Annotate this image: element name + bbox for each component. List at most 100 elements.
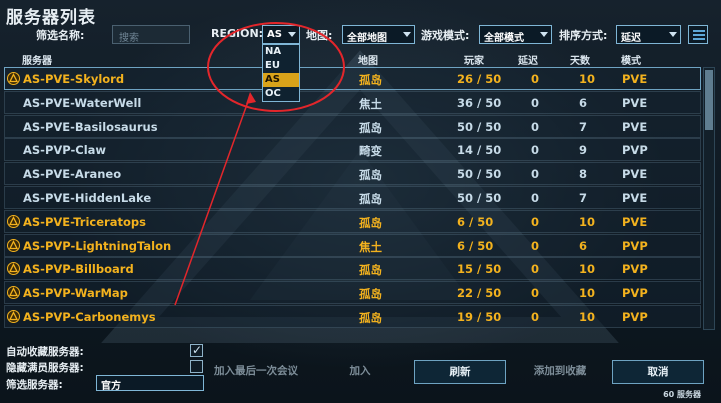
server-map: 焦土 <box>359 239 382 254</box>
server-days: 7 <box>579 119 588 134</box>
chevron-down-icon <box>669 32 677 37</box>
list-icon <box>693 30 705 32</box>
official-server-icon <box>7 262 20 276</box>
column-latency[interactable]: 延迟 <box>518 52 538 67</box>
server-count: 60 服务器 <box>663 390 701 399</box>
join-button[interactable]: 加入 <box>330 360 390 384</box>
column-players[interactable]: 玩家 <box>464 52 484 67</box>
list-view-button[interactable] <box>688 25 708 44</box>
server-days: 10 <box>579 310 596 324</box>
scrollbar-thumb[interactable] <box>705 70 713 130</box>
server-mode: PVP <box>622 310 648 324</box>
server-days: 6 <box>579 238 588 253</box>
column-server[interactable]: 服务器 <box>22 52 52 67</box>
sort-select-value: 延迟 <box>621 33 641 44</box>
server-mode: PVP <box>622 286 648 301</box>
official-server-icon <box>7 310 20 323</box>
region-option-oc[interactable]: OC <box>263 87 299 101</box>
server-name: AS-PVE-WaterWell <box>23 95 142 110</box>
list-icon-line <box>693 38 705 40</box>
server-mode: PVE <box>622 95 648 110</box>
join-last-session-button[interactable]: 加入最后一次会议 <box>208 360 304 384</box>
mode-filter-label: 游戏模式: <box>421 29 470 42</box>
server-players: 26 / 50 <box>457 72 502 86</box>
server-map: 孤岛 <box>359 192 382 206</box>
server-latency: 0 <box>531 214 540 229</box>
server-name: AS-PVP-Claw <box>23 143 107 158</box>
column-days[interactable]: 天数 <box>570 52 590 67</box>
region-option-as[interactable]: AS <box>263 73 299 87</box>
server-players: 50 / 50 <box>457 119 502 134</box>
server-name: AS-PVE-Basilosaurus <box>23 119 158 134</box>
refresh-button[interactable]: 刷新 <box>414 360 506 384</box>
server-name: AS-PVP-LightningTalon <box>23 238 172 253</box>
server-map: 孤岛 <box>359 120 382 135</box>
auto-favorite-label: 自动收藏服务器: <box>6 346 84 358</box>
server-players: 14 / 50 <box>457 143 502 158</box>
server-days: 6 <box>579 95 588 110</box>
server-map: 孤岛 <box>359 263 382 278</box>
column-mode[interactable]: 模式 <box>621 52 641 67</box>
server-players: 22 / 50 <box>457 286 502 301</box>
server-latency: 0 <box>531 95 540 110</box>
hide-full-label: 隐藏满员服务器: <box>6 362 84 374</box>
server-name: AS-PVP-Carbonemys <box>23 310 156 324</box>
auto-favorite-checkbox[interactable]: ✓ <box>190 343 203 357</box>
check-icon: ✓ <box>192 343 203 357</box>
mode-select[interactable]: 全部模式 <box>479 25 552 44</box>
region-option-eu[interactable]: EU <box>263 59 299 73</box>
filter-server-select[interactable]: 官方 <box>96 375 204 392</box>
bottom-panel: 自动收藏服务器: ✓ 隐藏满员服务器: 筛选服务器: 官方 加入最后一次会议 加… <box>0 338 721 403</box>
column-header: 服务器 地图 玩家 延迟 天数 模式 <box>0 52 721 67</box>
server-map: 焦土 <box>359 96 382 111</box>
filter-bar: 筛选名称: 搜索 REGION: AS 地图: 全部地图 游戏模式: 全部模式 … <box>0 25 721 45</box>
server-row[interactable]: AS-PVE-WaterWell 焦土 36 / 50 0 6 PVE <box>4 90 701 114</box>
server-row[interactable]: AS-PVE-Araneo 孤岛 50 / 50 0 8 PVE <box>4 162 701 186</box>
search-input[interactable]: 搜索 <box>112 25 190 44</box>
region-option-na[interactable]: NA <box>263 45 299 59</box>
server-row[interactable]: AS-PVE-Basilosaurus 孤岛 50 / 50 0 7 PVE <box>4 114 701 138</box>
server-mode: PVP <box>622 238 648 253</box>
server-row[interactable]: AS-PVE-Skylord 孤岛 26 / 50 0 10 PVE <box>4 67 701 90</box>
cancel-button[interactable]: 取消 <box>612 360 704 384</box>
server-row[interactable]: AS-PVE-Triceratops 孤岛 6 / 50 0 10 PVE <box>4 209 701 233</box>
add-to-favorites-button[interactable]: 添加到收藏 <box>522 360 598 384</box>
region-select[interactable]: AS <box>262 25 300 44</box>
server-map: 畸变 <box>359 144 382 159</box>
server-map: 孤岛 <box>359 215 382 230</box>
mode-select-value: 全部模式 <box>484 33 524 44</box>
server-name: AS-PVE-Araneo <box>23 167 122 182</box>
server-row[interactable]: AS-PVP-Carbonemys 孤岛 19 / 50 0 10 PVP <box>4 305 701 328</box>
server-row[interactable]: AS-PVP-LightningTalon 焦土 6 / 50 0 6 PVP <box>4 233 701 257</box>
chevron-down-icon <box>540 32 548 37</box>
server-row[interactable]: AS-PVP-WarMap 孤岛 22 / 50 0 10 PVP <box>4 281 701 305</box>
server-mode: PVP <box>622 262 648 277</box>
server-mode: PVE <box>622 119 648 134</box>
server-players: 6 / 50 <box>457 238 494 253</box>
server-name: AS-PVP-WarMap <box>23 286 128 301</box>
server-days: 10 <box>579 72 596 86</box>
server-row[interactable]: AS-PVP-Claw 畸变 14 / 50 0 9 PVP <box>4 138 701 162</box>
server-players: 15 / 50 <box>457 262 502 277</box>
name-filter-label: 筛选名称: <box>36 29 85 42</box>
scrollbar[interactable] <box>703 67 715 330</box>
sort-select[interactable]: 延迟 <box>616 25 681 44</box>
map-select[interactable]: 全部地图 <box>342 25 415 44</box>
server-map: 孤岛 <box>359 73 382 87</box>
sort-label: 排序方式: <box>559 29 608 42</box>
server-players: 19 / 50 <box>457 310 502 324</box>
server-latency: 0 <box>531 310 540 324</box>
server-latency: 0 <box>531 72 540 86</box>
server-latency: 0 <box>531 262 540 277</box>
server-latency: 0 <box>531 167 540 182</box>
region-label: REGION: <box>211 27 264 40</box>
hide-full-checkbox[interactable] <box>190 360 203 373</box>
column-map[interactable]: 地图 <box>358 52 378 67</box>
server-row[interactable]: AS-PVE-HiddenLake 孤岛 50 / 50 0 7 PVE <box>4 186 701 209</box>
server-mode: PVE <box>622 191 648 205</box>
server-mode: PVE <box>622 214 648 229</box>
region-select-value: AS <box>267 29 282 40</box>
server-row[interactable]: AS-PVP-Billboard 孤岛 15 / 50 0 10 PVP <box>4 257 701 281</box>
server-days: 9 <box>579 143 588 158</box>
official-server-icon <box>7 214 20 228</box>
